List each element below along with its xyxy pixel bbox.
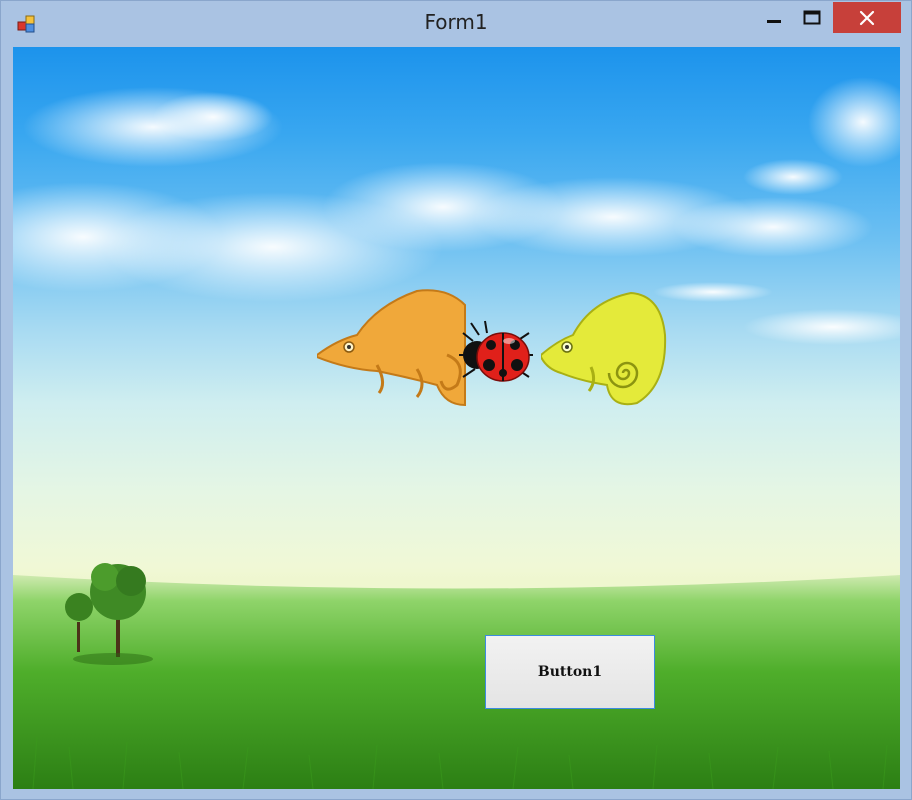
sky-meadow-background [13,77,900,789]
minimize-button[interactable] [757,2,791,33]
title-bar[interactable]: Form1 [1,1,911,47]
maximize-icon [803,10,821,24]
yellow-chameleon-sprite [541,291,667,406]
maximize-button[interactable] [795,2,829,33]
close-icon [859,10,875,25]
form1-window: Form1 Button1 [0,0,912,800]
meadow [13,575,900,789]
button1[interactable]: Button1 [485,635,655,709]
close-button[interactable] [833,2,901,33]
ladybug-sprite [459,320,533,382]
form-client-area: Button1 [13,47,900,789]
orange-chameleon-sprite [317,289,466,407]
minimize-icon [767,19,781,23]
